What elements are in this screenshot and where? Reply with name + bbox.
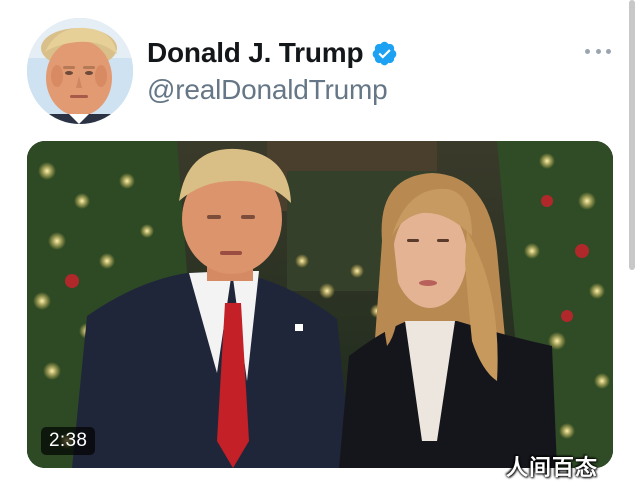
tweet-card: Donald J. Trump @realDonaldTrump 2:38 人间…: [0, 0, 640, 489]
video-thumbnail: [27, 141, 613, 468]
more-dot: [606, 48, 611, 54]
display-name[interactable]: Donald J. Trump: [147, 37, 364, 69]
more-options-icon[interactable]: [585, 46, 611, 56]
video-player[interactable]: [27, 141, 613, 468]
video-duration-badge: 2:38: [41, 427, 96, 455]
verified-badge-icon: [371, 40, 398, 67]
name-row: Donald J. Trump: [147, 33, 398, 73]
more-dot: [585, 48, 590, 54]
more-dot: [595, 48, 601, 54]
scrollbar[interactable]: [629, 0, 635, 270]
tweet-header: Donald J. Trump @realDonaldTrump: [0, 0, 640, 130]
avatar[interactable]: [27, 18, 133, 124]
avatar-image: [27, 18, 133, 124]
user-handle[interactable]: @realDonaldTrump: [147, 74, 388, 106]
watermark-text: 人间百态: [506, 455, 599, 480]
